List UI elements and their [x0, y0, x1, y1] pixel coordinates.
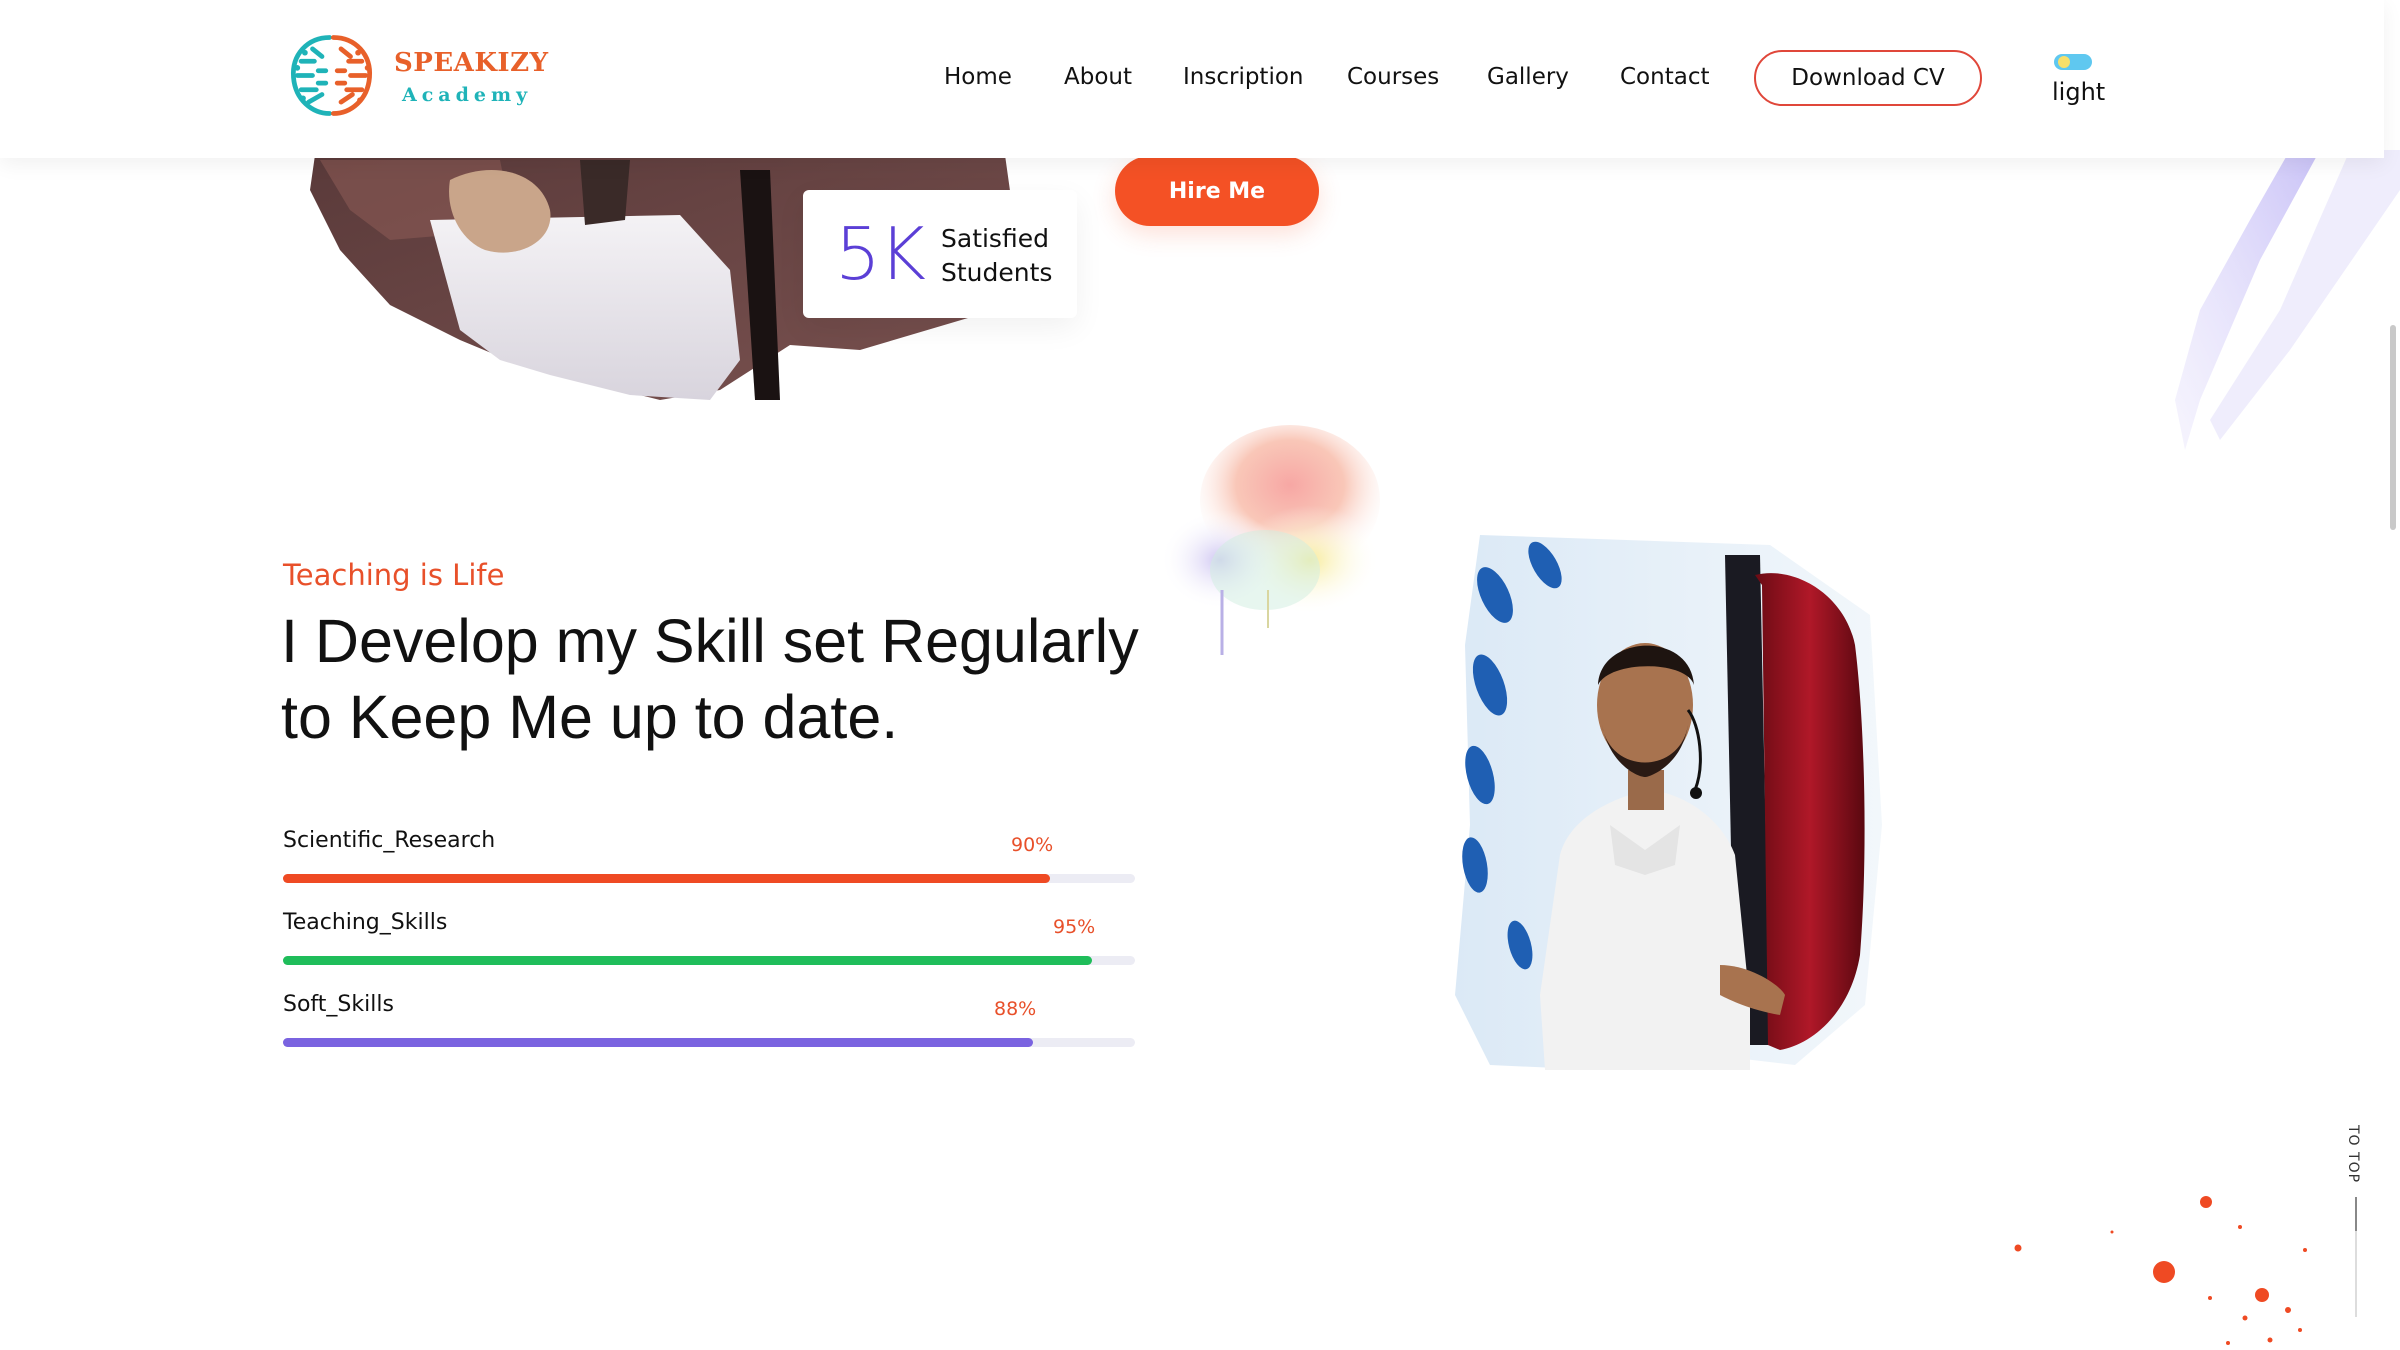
stat-label: Satisfied Students — [941, 222, 1052, 290]
hire-me-button[interactable]: Hire Me — [1115, 156, 1319, 226]
nav-item-about[interactable]: About — [1064, 64, 1132, 90]
skill-name: Teaching_Skills — [283, 910, 448, 935]
nav-item-gallery[interactable]: Gallery — [1487, 64, 1569, 90]
skill-bar: Soft_Skills 88% — [283, 992, 1135, 1052]
skill-track — [283, 956, 1135, 965]
headline-line1: I Develop my Skill set Regularly — [281, 607, 1139, 675]
theme-toggle-icon[interactable] — [2053, 52, 2093, 72]
skill-bar: Teaching_Skills 95% — [283, 910, 1135, 970]
to-top-label: TO TOP — [2345, 1125, 2361, 1184]
stat-label-line2: Students — [941, 258, 1053, 287]
skill-fill — [283, 956, 1092, 965]
page-scrollbar[interactable] — [2390, 325, 2396, 530]
skill-percent: 95% — [1053, 916, 1096, 938]
stat-number: 5K — [835, 212, 926, 296]
to-top-progress — [2355, 1197, 2357, 1231]
orange-splatter — [2014, 1196, 2307, 1345]
skill-track — [283, 1038, 1135, 1047]
headline-line2: to Keep Me up to date. — [281, 683, 899, 751]
skill-fill — [283, 874, 1050, 883]
watercolor-splash — [1160, 425, 1380, 655]
skill-percent: 88% — [994, 998, 1037, 1020]
main-nav: Home About Inscription Courses Gallery C… — [0, 64, 2384, 94]
section-headline: I Develop my Skill set Regularly to Keep… — [281, 603, 1181, 755]
site-header: SPEAKIZY Academy Home About Inscription … — [0, 0, 2384, 158]
skill-name: Soft_Skills — [283, 992, 394, 1017]
nav-item-contact[interactable]: Contact — [1620, 64, 1709, 90]
nav-item-inscription[interactable]: Inscription — [1183, 64, 1304, 90]
skill-track — [283, 874, 1135, 883]
section-eyebrow: Teaching is Life — [283, 558, 505, 592]
stat-label-line1: Satisfied — [941, 224, 1049, 253]
skill-percent: 90% — [1011, 834, 1054, 856]
theme-label: light — [2052, 78, 2106, 106]
skill-fill — [283, 1038, 1033, 1047]
purple-brush-stroke — [2175, 150, 2400, 450]
download-cv-button[interactable]: Download CV — [1754, 50, 1982, 106]
nav-item-home[interactable]: Home — [944, 64, 1012, 90]
satisfied-students-card: 5K Satisfied Students — [803, 190, 1077, 318]
nav-item-courses[interactable]: Courses — [1347, 64, 1439, 90]
teacher-portrait — [1455, 535, 1882, 1070]
back-to-top-button[interactable]: TO TOP — [2345, 1125, 2375, 1325]
skill-bar: Scientific_Research 90% — [283, 828, 1135, 888]
skill-name: Scientific_Research — [283, 828, 496, 853]
